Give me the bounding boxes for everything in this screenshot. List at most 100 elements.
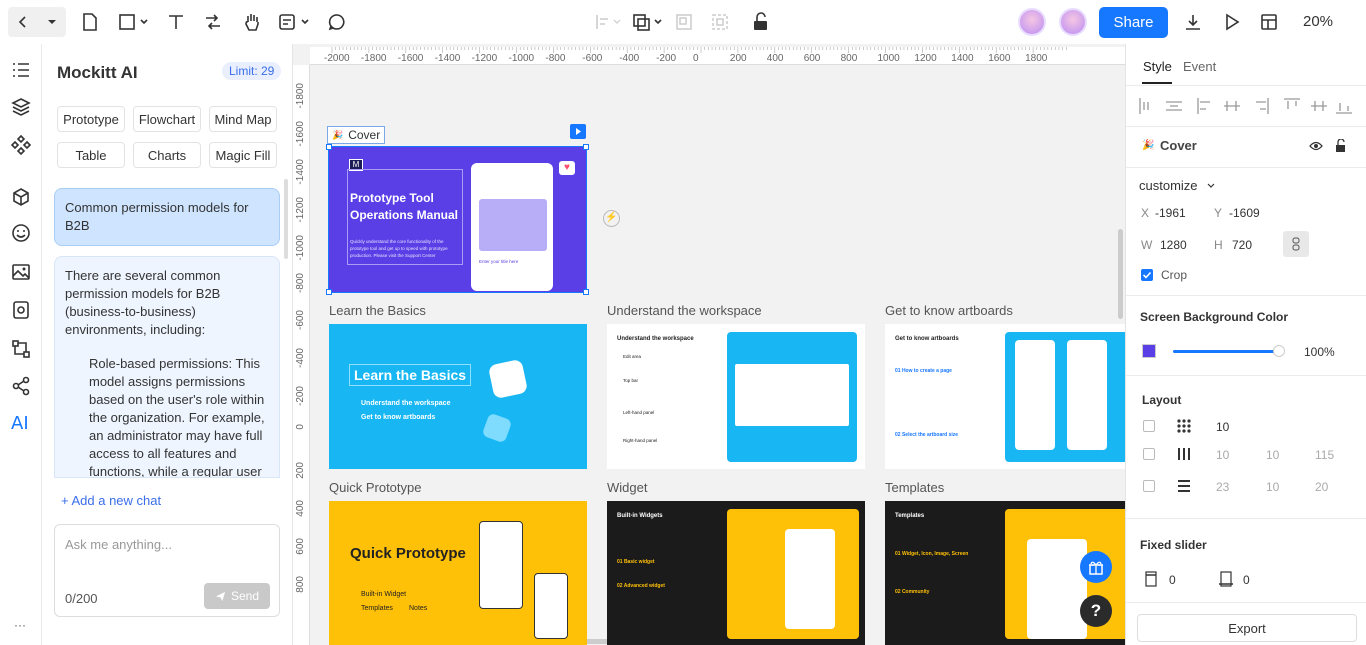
ungroup-button[interactable] bbox=[710, 7, 730, 37]
selection-handle[interactable] bbox=[583, 144, 589, 150]
chip-prototype[interactable]: Prototype bbox=[57, 106, 125, 132]
bg-color-swatch[interactable] bbox=[1142, 344, 1156, 358]
more-icon[interactable]: ··· bbox=[14, 618, 26, 632]
columns-gutter[interactable]: 10 bbox=[1266, 448, 1279, 462]
rectangle-tool-button[interactable] bbox=[114, 7, 152, 37]
board-quick-prototype[interactable]: Quick Prototype Built-in Widget Template… bbox=[329, 501, 587, 645]
ratio-lock-button[interactable] bbox=[1283, 231, 1309, 257]
chip-charts[interactable]: Charts bbox=[133, 142, 201, 168]
columns-width[interactable]: 115 bbox=[1315, 448, 1334, 462]
flow-icon[interactable] bbox=[11, 339, 31, 359]
widgets-cube-icon[interactable] bbox=[11, 187, 31, 207]
x-input[interactable]: -1961 bbox=[1155, 206, 1186, 220]
export-button[interactable]: Export bbox=[1137, 614, 1357, 642]
board-label-learn-basics[interactable]: Learn the Basics bbox=[329, 303, 426, 318]
rows-gutter[interactable]: 10 bbox=[1266, 480, 1279, 494]
lock-button[interactable] bbox=[750, 7, 772, 37]
board-label-artboards[interactable]: Get to know artboards bbox=[885, 303, 1013, 318]
alignment-icons[interactable] bbox=[1136, 96, 1366, 116]
h-input[interactable]: 720 bbox=[1232, 238, 1252, 252]
unlock-icon[interactable] bbox=[1335, 139, 1347, 153]
group-icon bbox=[676, 14, 692, 30]
layers-icon[interactable] bbox=[11, 97, 31, 117]
file-icon bbox=[83, 13, 97, 31]
gift-button[interactable] bbox=[1080, 551, 1112, 583]
rows-height[interactable]: 20 bbox=[1315, 480, 1328, 494]
pages-list-icon[interactable] bbox=[11, 60, 31, 80]
comment-tool-button[interactable] bbox=[327, 7, 347, 37]
selection-handle[interactable] bbox=[583, 289, 589, 295]
chevron-down-icon[interactable] bbox=[1206, 182, 1216, 190]
board-label-workspace[interactable]: Understand the workspace bbox=[607, 303, 762, 318]
y-input[interactable]: -1609 bbox=[1229, 206, 1260, 220]
mindmap-icon[interactable] bbox=[11, 376, 31, 396]
selection-handle[interactable] bbox=[326, 144, 332, 150]
ruler-h-label: -400 bbox=[619, 53, 640, 64]
board-learn-basics[interactable]: Learn the Basics Understand the workspac… bbox=[329, 324, 587, 469]
link-tool-button[interactable] bbox=[203, 7, 223, 37]
grid-checkbox[interactable] bbox=[1143, 420, 1155, 432]
user-avatar[interactable] bbox=[1059, 8, 1087, 36]
add-chat-link[interactable]: + Add a new chat bbox=[61, 493, 161, 508]
opacity-value[interactable]: 100% bbox=[1304, 345, 1335, 359]
align-button[interactable] bbox=[594, 7, 624, 37]
fixed-top-input[interactable]: 0 bbox=[1169, 573, 1176, 587]
download-button[interactable] bbox=[1183, 7, 1203, 37]
icons-smiley-icon[interactable] bbox=[11, 223, 31, 243]
opacity-slider-track[interactable] bbox=[1173, 350, 1279, 353]
canvas-vscrollbar[interactable] bbox=[1118, 229, 1123, 319]
board-label-widget[interactable]: Widget bbox=[607, 480, 647, 495]
send-button[interactable]: Send bbox=[204, 583, 270, 609]
size-mode-select[interactable]: customize bbox=[1139, 178, 1198, 193]
opacity-slider-handle[interactable] bbox=[1273, 345, 1285, 357]
w-input[interactable]: 1280 bbox=[1160, 238, 1187, 252]
back-button[interactable] bbox=[8, 7, 38, 37]
chat-scrollbar[interactable] bbox=[284, 179, 288, 259]
rows-count[interactable]: 23 bbox=[1216, 480, 1229, 494]
rows-checkbox[interactable] bbox=[1143, 480, 1155, 492]
add-interaction-handle[interactable]: ⚡ bbox=[603, 210, 620, 227]
chip-table[interactable]: Table bbox=[57, 142, 125, 168]
image-icon[interactable] bbox=[11, 262, 31, 282]
ask-input[interactable]: Ask me anything... 0/200 Send bbox=[54, 524, 280, 617]
selection-handle[interactable] bbox=[326, 289, 332, 295]
hand-tool-button[interactable] bbox=[242, 7, 262, 37]
text-tool-button[interactable] bbox=[166, 7, 186, 37]
page-icon-button[interactable] bbox=[80, 7, 100, 37]
board-item: Right-hand panel bbox=[623, 438, 658, 443]
arrange-button[interactable] bbox=[632, 7, 664, 37]
ruler-h-label: -1400 bbox=[434, 53, 461, 64]
board-workspace[interactable]: Understand the workspace Edit area Top b… bbox=[607, 324, 865, 469]
zoom-level[interactable]: 20% bbox=[1303, 13, 1333, 30]
board-artboards[interactable]: Get to know artboards 01 How to create a… bbox=[885, 324, 1125, 469]
eye-icon[interactable] bbox=[1309, 140, 1323, 152]
selected-board-label[interactable]: 🎉 Cover bbox=[327, 126, 386, 144]
columns-count[interactable]: 10 bbox=[1216, 448, 1229, 462]
cover-board[interactable]: M Prototype Tool Operations Manual Quick… bbox=[328, 146, 587, 293]
help-button[interactable]: ? bbox=[1080, 595, 1112, 627]
share-button[interactable]: Share bbox=[1099, 7, 1168, 38]
note-tool-button[interactable] bbox=[278, 7, 312, 37]
board-label-templates[interactable]: Templates bbox=[885, 480, 944, 495]
chip-mind-map[interactable]: Mind Map bbox=[209, 106, 277, 132]
group-button[interactable] bbox=[674, 7, 694, 37]
board-label-quick-prototype[interactable]: Quick Prototype bbox=[329, 480, 422, 495]
grid-size-input[interactable]: 10 bbox=[1216, 420, 1229, 434]
tab-event[interactable]: Event bbox=[1183, 59, 1216, 74]
preview-button[interactable] bbox=[1222, 7, 1242, 37]
design-canvas[interactable]: -2000 -1800 -1600 -1400 -1200 -1000 -800 -600 -4… bbox=[293, 44, 1125, 645]
tab-style[interactable]: Style bbox=[1143, 59, 1172, 74]
crop-checkbox[interactable] bbox=[1141, 269, 1153, 281]
fixed-bottom-input[interactable]: 0 bbox=[1243, 573, 1250, 587]
ai-icon[interactable]: AI bbox=[11, 413, 29, 434]
collaborator-avatar[interactable] bbox=[1018, 8, 1046, 36]
templates-icon[interactable] bbox=[11, 300, 31, 320]
board-widget[interactable]: Built-in Widgets 01 Basic widget 02 Adva… bbox=[607, 501, 865, 645]
preview-play-badge[interactable] bbox=[570, 124, 586, 139]
layout-toggle-button[interactable] bbox=[1259, 7, 1279, 37]
columns-checkbox[interactable] bbox=[1143, 448, 1155, 460]
components-icon[interactable] bbox=[11, 135, 31, 155]
chip-magic-fill[interactable]: Magic Fill bbox=[209, 142, 277, 168]
chip-flowchart[interactable]: Flowchart bbox=[133, 106, 201, 132]
menu-dropdown-button[interactable] bbox=[38, 7, 66, 37]
